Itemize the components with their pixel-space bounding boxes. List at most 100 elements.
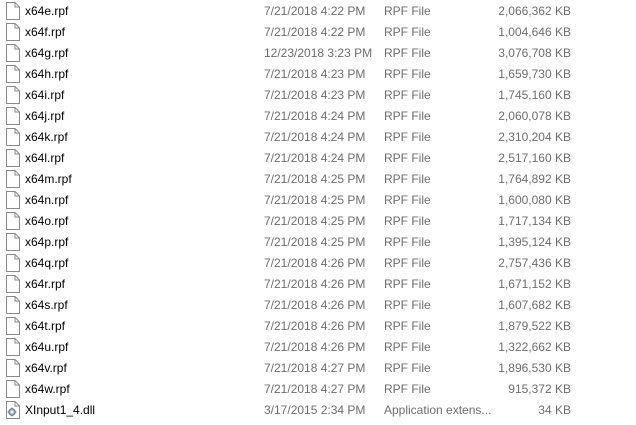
file-type: RPF File [384, 151, 431, 165]
document-icon [6, 338, 20, 356]
file-type: RPF File [384, 214, 431, 228]
file-name[interactable]: x64m.rpf [25, 172, 72, 186]
file-size: 2,517,160 KB [498, 151, 571, 165]
document-icon [6, 296, 20, 314]
file-size: 2,757,436 KB [498, 256, 571, 270]
document-icon [6, 254, 20, 272]
file-date-modified: 7/21/2018 4:27 PM [264, 382, 366, 396]
file-row[interactable]: x64j.rpf 7/21/2018 4:24 PM RPF File 2,060,0… [0, 106, 636, 127]
dll-gear-icon [6, 401, 20, 419]
file-type: RPF File [384, 130, 431, 144]
file-type: RPF File [384, 361, 431, 375]
document-icon [6, 149, 20, 167]
file-row[interactable]: x64g.rpf 12/23/2018 3:23 PM RPF File 3,076,… [0, 43, 636, 64]
file-size: 1,764,892 KB [498, 172, 571, 186]
file-row[interactable]: x64o.rpf 7/21/2018 4:25 PM RPF File 1,717,1… [0, 211, 636, 232]
file-name[interactable]: x64g.rpf [25, 46, 68, 60]
file-name[interactable]: x64j.rpf [25, 109, 64, 123]
file-name[interactable]: x64n.rpf [25, 193, 68, 207]
file-size: 915,372 KB [508, 382, 571, 396]
document-icon [6, 2, 20, 20]
file-row[interactable]: x64e.rpf 7/21/2018 4:22 PM RPF File 2,066,3… [0, 1, 636, 22]
file-name[interactable]: x64v.rpf [25, 361, 67, 375]
file-date-modified: 7/21/2018 4:26 PM [264, 277, 366, 291]
file-type: RPF File [384, 67, 431, 81]
file-type: RPF File [384, 88, 431, 102]
file-row[interactable]: x64n.rpf 7/21/2018 4:25 PM RPF File 1,600,0… [0, 190, 636, 211]
file-size: 3,076,708 KB [498, 46, 571, 60]
file-row[interactable]: x64p.rpf 7/21/2018 4:25 PM RPF File 1,395,1… [0, 232, 636, 253]
file-name[interactable]: x64e.rpf [25, 4, 68, 18]
file-date-modified: 7/21/2018 4:25 PM [264, 235, 366, 249]
file-name[interactable]: x64q.rpf [25, 256, 68, 270]
file-name[interactable]: x64l.rpf [25, 151, 64, 165]
file-name[interactable]: x64h.rpf [25, 67, 68, 81]
file-name[interactable]: x64i.rpf [25, 88, 64, 102]
file-size: 1,717,134 KB [498, 214, 571, 228]
file-date-modified: 12/23/2018 3:23 PM [264, 46, 373, 60]
document-icon [6, 317, 20, 335]
file-type: RPF File [384, 277, 431, 291]
file-row[interactable]: x64k.rpf 7/21/2018 4:24 PM RPF File 2,310,2… [0, 127, 636, 148]
file-date-modified: 7/21/2018 4:26 PM [264, 256, 366, 270]
file-type: RPF File [384, 256, 431, 270]
file-type: RPF File [384, 46, 431, 60]
file-size: 1,659,730 KB [498, 67, 571, 81]
file-type: RPF File [384, 109, 431, 123]
file-size: 1,395,124 KB [498, 235, 571, 249]
file-row[interactable]: x64v.rpf 7/21/2018 4:27 PM RPF File 1,896,5… [0, 358, 636, 379]
file-name[interactable]: XInput1_4.dll [25, 403, 95, 417]
file-type: RPF File [384, 340, 431, 354]
file-size: 34 KB [538, 403, 571, 417]
file-row[interactable]: x64w.rpf 7/21/2018 4:27 PM RPF File 915,372… [0, 379, 636, 400]
file-row[interactable]: x64h.rpf 7/21/2018 4:23 PM RPF File 1,659,7… [0, 64, 636, 85]
file-name[interactable]: x64k.rpf [25, 130, 68, 144]
document-icon [6, 275, 20, 293]
file-row[interactable]: x64u.rpf 7/21/2018 4:26 PM RPF File 1,322,6… [0, 337, 636, 358]
file-type: RPF File [384, 319, 431, 333]
file-name[interactable]: x64f.rpf [25, 25, 65, 39]
file-name[interactable]: x64t.rpf [25, 319, 65, 333]
file-size: 1,745,160 KB [498, 88, 571, 102]
file-name[interactable]: x64u.rpf [25, 340, 68, 354]
file-date-modified: 7/21/2018 4:25 PM [264, 214, 366, 228]
file-type: RPF File [384, 172, 431, 186]
file-name[interactable]: x64r.rpf [25, 277, 65, 291]
file-size: 1,607,682 KB [498, 298, 571, 312]
file-type: Application extens... [384, 403, 492, 417]
file-date-modified: 7/21/2018 4:22 PM [264, 4, 366, 18]
file-name[interactable]: x64p.rpf [25, 235, 68, 249]
file-date-modified: 3/17/2015 2:34 PM [264, 403, 366, 417]
document-icon [6, 233, 20, 251]
document-icon [6, 23, 20, 41]
document-icon [6, 65, 20, 83]
file-date-modified: 7/21/2018 4:27 PM [264, 361, 366, 375]
document-icon [6, 212, 20, 230]
file-name[interactable]: x64o.rpf [25, 214, 68, 228]
file-row[interactable]: XInput1_4.dll 3/17/2015 2:34 PM Applicatio… [0, 400, 636, 421]
document-icon [6, 107, 20, 125]
file-row[interactable]: x64r.rpf 7/21/2018 4:26 PM RPF File 1,671,1… [0, 274, 636, 295]
file-date-modified: 7/21/2018 4:22 PM [264, 25, 366, 39]
file-row[interactable]: x64s.rpf 7/21/2018 4:26 PM RPF File 1,607,6… [0, 295, 636, 316]
file-name[interactable]: x64s.rpf [25, 298, 68, 312]
file-date-modified: 7/21/2018 4:26 PM [264, 340, 366, 354]
file-type: RPF File [384, 25, 431, 39]
file-date-modified: 7/21/2018 4:23 PM [264, 67, 366, 81]
file-row[interactable]: x64f.rpf 7/21/2018 4:22 PM RPF File 1,004,6… [0, 22, 636, 43]
file-size: 1,600,080 KB [498, 193, 571, 207]
file-date-modified: 7/21/2018 4:25 PM [264, 172, 366, 186]
file-size: 1,322,662 KB [498, 340, 571, 354]
file-row[interactable]: x64t.rpf 7/21/2018 4:26 PM RPF File 1,879,5… [0, 316, 636, 337]
file-size: 1,004,646 KB [498, 25, 571, 39]
file-date-modified: 7/21/2018 4:26 PM [264, 298, 366, 312]
document-icon [6, 86, 20, 104]
file-row[interactable]: x64l.rpf 7/21/2018 4:24 PM RPF File 2,517,1… [0, 148, 636, 169]
file-name[interactable]: x64w.rpf [25, 382, 70, 396]
file-row[interactable]: x64i.rpf 7/21/2018 4:23 PM RPF File 1,745,1… [0, 85, 636, 106]
file-date-modified: 7/21/2018 4:24 PM [264, 109, 366, 123]
document-icon [6, 359, 20, 377]
file-size: 2,060,078 KB [498, 109, 571, 123]
file-row[interactable]: x64q.rpf 7/21/2018 4:26 PM RPF File 2,757,4… [0, 253, 636, 274]
file-row[interactable]: x64m.rpf 7/21/2018 4:25 PM RPF File 1,764,8… [0, 169, 636, 190]
